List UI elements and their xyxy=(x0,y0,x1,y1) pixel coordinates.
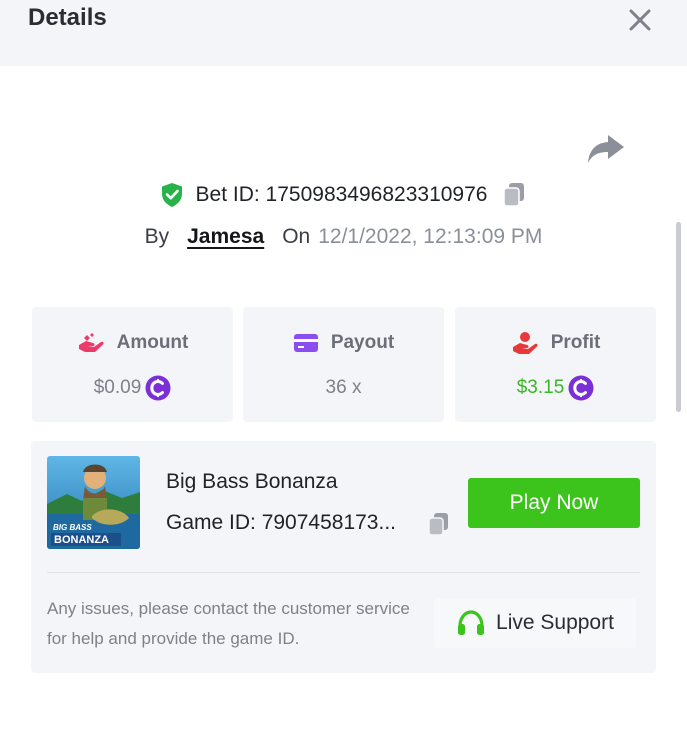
copy-game-id-icon[interactable] xyxy=(427,512,451,538)
amount-card: Amount $0.09 xyxy=(32,307,233,422)
game-thumbnail[interactable]: BIG BASS BONANZA xyxy=(47,456,140,549)
headset-icon xyxy=(458,610,485,635)
game-thumbnail-image: BIG BASS BONANZA xyxy=(47,456,140,549)
scrollbar[interactable] xyxy=(676,222,681,412)
close-button[interactable] xyxy=(624,4,656,36)
payout-value: 36 x xyxy=(325,377,362,398)
share-icon xyxy=(588,135,624,163)
coin-icon xyxy=(145,375,171,401)
profit-value: $3.15 xyxy=(516,377,565,398)
share-button[interactable] xyxy=(586,132,626,166)
thumbnail-text-top: BIG BASS xyxy=(53,523,92,532)
live-support-label: Live Support xyxy=(496,611,614,634)
shield-check-icon xyxy=(161,183,182,207)
game-id: Game ID: 7907458173... xyxy=(166,511,396,534)
live-support-button[interactable]: Live Support xyxy=(434,598,636,648)
username-link[interactable]: Jamesa xyxy=(187,225,264,249)
page-title: Details xyxy=(28,4,107,31)
on-label: On xyxy=(282,225,311,248)
by-label: By xyxy=(144,225,170,248)
game-card: BIG BASS BONANZA Big Bass Bonanza Game I… xyxy=(31,441,656,673)
bet-datetime: 12/1/2022, 12:13:09 PM xyxy=(318,225,543,248)
payout-label: Payout xyxy=(330,332,395,353)
game-name: Big Bass Bonanza xyxy=(166,470,338,493)
support-text: Any issues, please contact the customer … xyxy=(47,599,410,648)
close-icon xyxy=(629,9,651,31)
payout-card: Payout 36 x xyxy=(243,307,444,422)
amount-value: $0.09 xyxy=(93,377,142,398)
card-icon xyxy=(293,334,318,352)
copy-bet-id-icon[interactable] xyxy=(501,181,527,209)
coin-icon xyxy=(568,375,594,401)
bet-meta-row: By Jamesa On 12/1/2022, 12:13:09 PM xyxy=(0,221,687,253)
bet-id-row: Bet ID: 1750983496823310976 xyxy=(0,178,687,212)
amount-hand-icon xyxy=(78,333,104,352)
details-header: Details xyxy=(0,0,687,66)
divider xyxy=(47,572,640,573)
play-now-button[interactable]: Play Now xyxy=(468,478,640,528)
bet-id: Bet ID: 1750983496823310976 xyxy=(195,183,488,206)
amount-label: Amount xyxy=(116,332,189,353)
profit-card: Profit $3.15 xyxy=(455,307,656,422)
thumbnail-text-bottom: BONANZA xyxy=(54,534,109,546)
profit-label: Profit xyxy=(550,332,601,353)
profit-hand-icon xyxy=(512,332,538,354)
